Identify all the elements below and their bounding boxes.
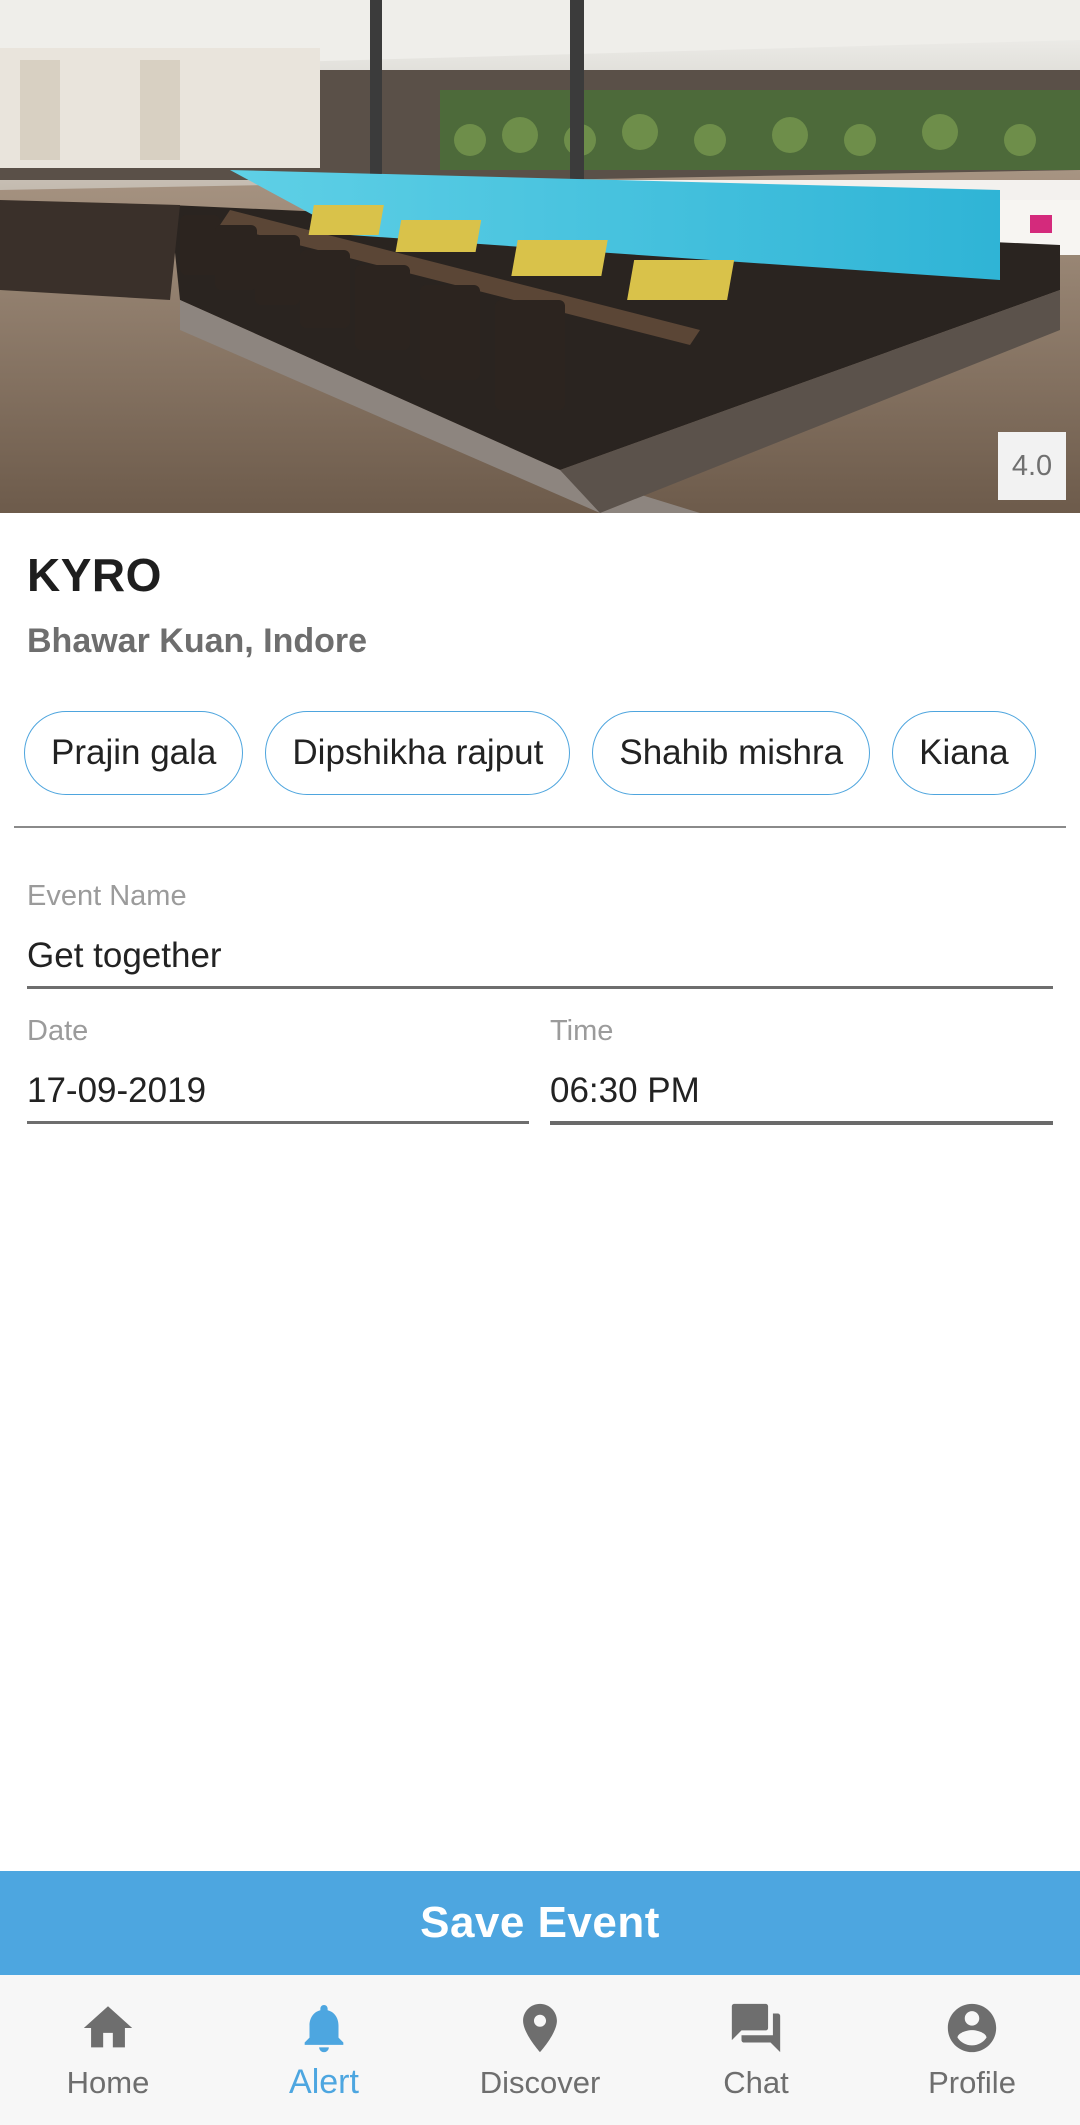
nav-chat[interactable]: Chat [648,1975,864,2125]
date-label: Date [27,1015,89,1047]
save-event-button[interactable]: Save Event [0,1871,1080,1975]
date-input[interactable]: 17-09-2019 [27,1071,206,1111]
bell-icon [304,2005,344,2053]
divider [14,826,1066,828]
friend-chip[interactable]: Dipshikha rajput [265,711,571,795]
profile-icon [947,2003,997,2053]
nav-home[interactable]: Home [0,1975,216,2125]
friend-chip[interactable]: Shahib mishra [592,711,871,795]
nav-profile-label: Profile [928,2065,1016,2100]
chat-icon [731,2003,781,2053]
nav-discover[interactable]: Discover [432,1975,648,2125]
venue-location: Bhawar Kuan, Indore [27,622,368,660]
friend-chips: Prajin gala Dipshikha rajput Shahib mishra… [24,711,1080,797]
event-name-input[interactable]: Get together [27,936,222,976]
time-underline [550,1121,1053,1125]
nav-profile[interactable]: Profile [864,1975,1080,2125]
rating-badge: 4.0 [998,432,1066,500]
friend-chip[interactable]: Kiana [892,711,1036,795]
venue-photo: 4.0 [0,0,1080,513]
nav-alert-label: Alert [289,2063,359,2101]
event-name-underline [27,986,1053,989]
nav-alert[interactable]: Alert [216,1975,432,2125]
time-label: Time [550,1015,614,1047]
nav-chat-label: Chat [723,2065,789,2100]
venue-name: KYRO [27,549,162,601]
time-input[interactable]: 06:30 PM [550,1071,700,1111]
location-pin-icon [523,2003,557,2053]
nav-home-label: Home [66,2065,150,2100]
home-icon [83,2006,133,2048]
date-underline [27,1121,529,1124]
nav-discover-label: Discover [479,2065,601,2100]
event-name-label: Event Name [27,880,187,912]
friend-chip[interactable]: Prajin gala [24,711,244,795]
bottom-navigation: Home Alert Discover Chat Profile [0,1975,1080,2125]
